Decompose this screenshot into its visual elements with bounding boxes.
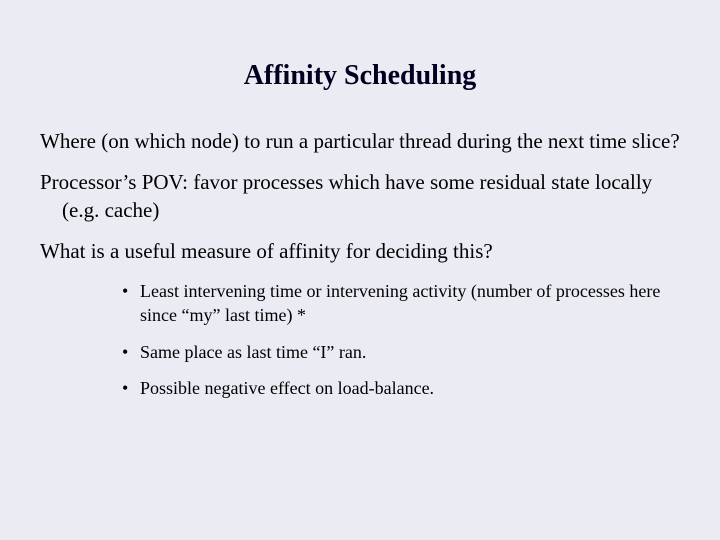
bullet-list: Least intervening time or intervening ac… [40,279,680,400]
paragraph-1: Where (on which node) to run a particula… [40,128,680,155]
slide: Affinity Scheduling Where (on which node… [0,0,720,540]
paragraph-3: What is a useful measure of affinity for… [40,238,680,265]
bullet-item-3: Possible negative effect on load-balance… [122,376,680,400]
bullet-item-2: Same place as last time “I” ran. [122,340,680,364]
bullet-item-1: Least intervening time or intervening ac… [122,279,680,328]
slide-title: Affinity Scheduling [40,60,680,92]
paragraph-2: Processor’s POV: favor processes which h… [40,169,680,224]
